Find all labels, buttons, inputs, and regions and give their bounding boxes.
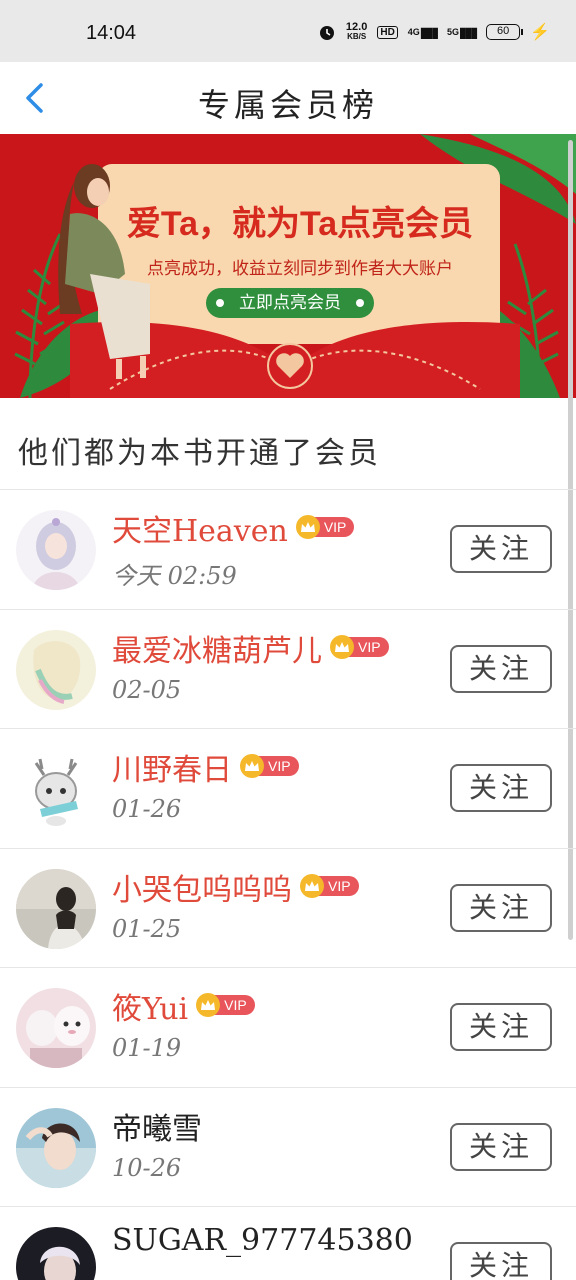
member-date: 01-25	[112, 914, 182, 943]
follow-button[interactable]: 关注	[450, 525, 552, 573]
member-name-text: 川野春日	[112, 753, 232, 788]
avatar[interactable]	[16, 868, 96, 949]
member-date: 01-19	[112, 1034, 182, 1062]
section-title: 他们都为本书开通了会员	[18, 436, 381, 471]
follow-button[interactable]: 关注	[450, 1122, 552, 1171]
member-name-text: 筱Yui	[112, 992, 189, 1027]
status-icons: 12.0 KB/S HD 4G ▮▮▮ 5G ▮▮▮ 60 ⚡	[318, 22, 550, 42]
network-speed: 12.0 KB/S	[346, 22, 367, 42]
list-item[interactable]: 筱Yui VIP 01-19 关注	[0, 968, 576, 1088]
banner-headline: 爱Ta，就为Ta点亮会员	[126, 205, 474, 243]
signal-4g-icon: 4G ▮▮▮	[407, 23, 439, 40]
speed-value: 12.0	[345, 21, 368, 33]
battery-icon: 60	[486, 24, 524, 40]
crown-icon	[196, 993, 221, 1017]
status-time: 14:04	[86, 22, 137, 44]
vip-badge: VIP	[240, 754, 299, 778]
member-name[interactable]: 川野春日 VIP	[112, 745, 299, 789]
signal-5g-icon: 5G ▮▮▮	[446, 23, 478, 40]
vip-badge: VIP	[300, 873, 359, 898]
member-name[interactable]: 帝曦雪	[112, 1104, 202, 1148]
vip-promo-banner[interactable]: 爱Ta，就为Ta点亮会员 点亮成功，收益立刻同步到作者大大账户 立即点亮会员	[0, 134, 576, 398]
follow-button[interactable]: 关注	[450, 883, 552, 932]
list-item[interactable]: 最爱冰糖葫芦儿 VIP 02-05 关注	[0, 610, 576, 729]
member-date: 10-26	[112, 1153, 182, 1182]
hd-icon: HD	[377, 25, 398, 39]
avatar[interactable]	[16, 1227, 96, 1280]
follow-button[interactable]: 关注	[450, 644, 552, 693]
page-title: 专属会员榜	[197, 86, 378, 124]
member-name-text: 天空Heaven	[112, 514, 288, 549]
net-4g-label: 4G	[407, 27, 420, 37]
member-date: 01-26	[112, 795, 182, 823]
crown-icon	[295, 515, 320, 539]
speed-unit: KB/S	[347, 32, 367, 41]
list-item[interactable]: SUGAR_977745380 关注	[0, 1207, 576, 1280]
vip-badge: VIP	[196, 993, 255, 1017]
banner-subtitle: 点亮成功，收益立刻同步到作者大大账户	[147, 259, 453, 278]
list-item[interactable]: 天空Heaven VIP 今天 02:59 关注	[0, 490, 576, 610]
net-5g-label: 5G	[446, 27, 459, 37]
list-item[interactable]: 帝曦雪 10-26 关注	[0, 1088, 576, 1207]
avatar[interactable]	[16, 510, 96, 590]
avatar[interactable]	[16, 629, 96, 710]
crown-icon	[330, 634, 354, 659]
status-bar: 14:04 12.0 KB/S HD 4G ▮▮▮ 5G ▮▮▮ 60 ⚡	[0, 0, 576, 62]
member-name-text: 小哭包呜呜呜	[112, 872, 292, 908]
light-up-vip-button[interactable]: 立即点亮会员	[206, 288, 374, 318]
list-item[interactable]: 川野春日 VIP 01-26 关注	[0, 729, 576, 849]
follow-button[interactable]: 关注	[450, 1003, 552, 1051]
member-name[interactable]: SUGAR_977745380	[112, 1223, 413, 1258]
avatar[interactable]	[16, 988, 96, 1068]
member-date: 02-05	[112, 675, 182, 704]
follow-button[interactable]: 关注	[450, 1242, 552, 1280]
avatar[interactable]	[16, 1107, 96, 1188]
member-list: 天空Heaven VIP 今天 02:59 关注 最爱冰糖葫芦儿 VIP 02-05…	[0, 490, 576, 1280]
vip-badge: VIP	[330, 634, 389, 659]
member-date: 今天 02:59	[112, 562, 237, 590]
crown-icon	[300, 873, 324, 898]
crown-icon	[240, 754, 264, 778]
avatar[interactable]	[16, 749, 96, 829]
follow-button[interactable]: 关注	[450, 764, 552, 812]
member-name[interactable]: 最爱冰糖葫芦儿 VIP	[112, 626, 389, 670]
vip-badge: VIP	[295, 515, 355, 539]
member-name-text: 最爱冰糖葫芦儿	[112, 633, 322, 669]
member-name[interactable]: 小哭包呜呜呜 VIP	[112, 865, 359, 909]
alarm-icon	[318, 23, 336, 41]
page-header: 专属会员榜	[0, 62, 576, 134]
list-item[interactable]: 小哭包呜呜呜 VIP 01-25 关注	[0, 849, 576, 968]
charging-icon: ⚡	[530, 24, 550, 41]
member-name[interactable]: 筱Yui VIP	[112, 984, 255, 1028]
member-name[interactable]: 天空Heaven VIP	[112, 506, 355, 550]
